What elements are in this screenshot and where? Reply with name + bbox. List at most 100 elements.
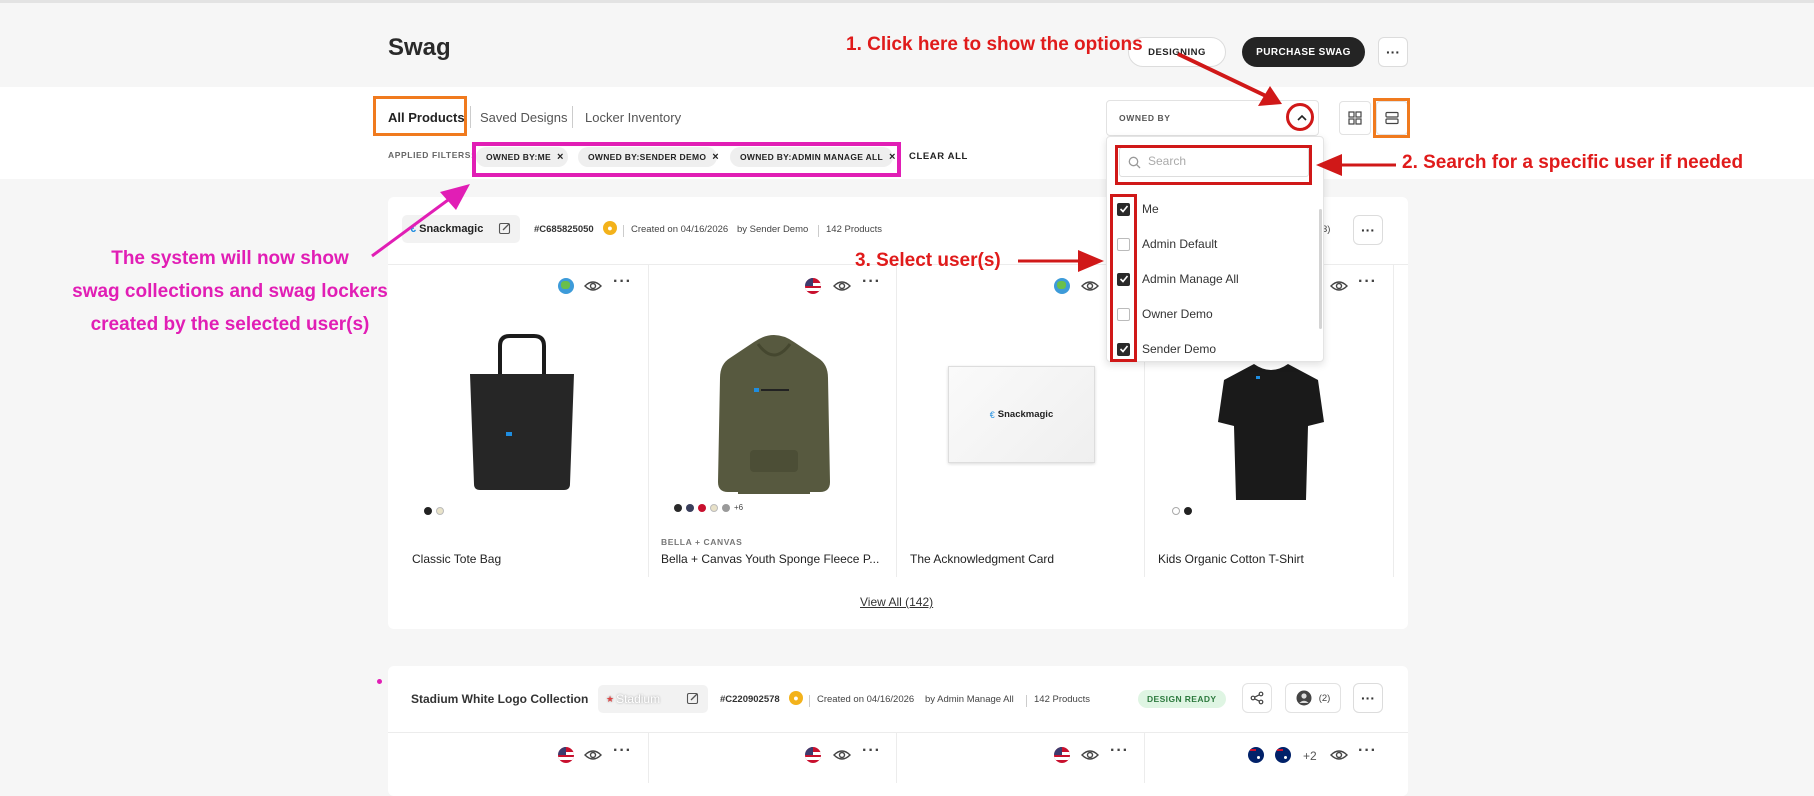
product-brand: BELLA + CANVAS (661, 537, 743, 547)
eye-icon[interactable] (1081, 278, 1099, 294)
collection-more-button[interactable]: ··· (1353, 215, 1383, 245)
grid-view-button[interactable] (1339, 101, 1371, 135)
meta-divider (809, 695, 810, 707)
globe-icon (1054, 278, 1070, 294)
grid-icon (1348, 111, 1362, 125)
created-by: by Admin Manage All (925, 694, 1014, 705)
user-icon (1296, 690, 1312, 706)
column-divider (1393, 265, 1394, 577)
dropdown-scrollbar[interactable] (1319, 209, 1322, 329)
product-name[interactable]: The Acknowledgment Card (910, 552, 1054, 566)
eye-icon[interactable] (1330, 278, 1348, 294)
extra-colors-count[interactable]: +6 (734, 503, 743, 512)
us-flag-icon (805, 278, 821, 294)
share-button[interactable] (1242, 683, 1272, 713)
color-swatch[interactable] (710, 504, 718, 512)
card-divider (388, 732, 1408, 733)
highlight-list-view (1373, 98, 1410, 138)
product-more-icon[interactable]: ··· (613, 273, 632, 291)
column-divider (896, 265, 897, 577)
eye-icon[interactable] (584, 278, 602, 294)
eye-icon[interactable] (584, 747, 602, 763)
color-swatch[interactable] (436, 507, 444, 515)
color-swatch[interactable] (424, 507, 432, 515)
annotation-result: The system will now show swag collection… (72, 248, 388, 335)
color-swatch[interactable] (674, 504, 682, 512)
page-title: Swag (388, 34, 451, 61)
tote-bag-image (470, 334, 574, 490)
created-by: by Sender Demo (737, 224, 809, 235)
members-button[interactable]: (2) (1285, 683, 1341, 713)
eye-icon[interactable] (1081, 747, 1099, 763)
color-swatch[interactable] (1172, 507, 1180, 515)
tab-locker-inventory[interactable]: Locker Inventory (585, 110, 681, 125)
annotation-step-2: 2. Search for a specific user if needed (1402, 152, 1744, 173)
more-icon: ··· (1361, 690, 1375, 706)
column-divider (1144, 733, 1145, 783)
annotation-step-3: 3. Select user(s) (855, 250, 1001, 271)
eye-icon[interactable] (833, 278, 851, 294)
applied-filters-label: APPLIED FILTERS: (388, 150, 475, 160)
created-date: Created on 04/16/2026 (817, 694, 915, 705)
color-swatch[interactable] (698, 504, 706, 512)
start-designing-button[interactable]: DESIGNING (1128, 37, 1226, 67)
color-swatch[interactable] (1184, 507, 1192, 515)
us-flag-icon (1054, 747, 1070, 763)
collection-brand-logo: € Snackmagic (402, 215, 520, 243)
tab-divider (470, 106, 471, 128)
status-badge: DESIGN READY (1138, 690, 1226, 708)
collection-more-button[interactable]: ··· (1353, 683, 1383, 713)
highlight-all-products (373, 96, 467, 136)
product-count: 142 Products (826, 224, 882, 235)
product-more-icon[interactable]: ··· (862, 742, 881, 760)
collection-id: #C685825050 (534, 224, 594, 235)
highlight-chevron (1286, 103, 1314, 131)
product-name[interactable]: Classic Tote Bag (412, 552, 501, 566)
clear-all-link[interactable]: CLEAR ALL (909, 151, 968, 162)
us-flag-icon (805, 747, 821, 763)
edit-icon[interactable] (686, 691, 700, 705)
acknowledgment-card-image: € Snackmagic (948, 366, 1095, 463)
product-more-icon[interactable]: ··· (1358, 273, 1377, 291)
tshirt-image (1218, 364, 1324, 500)
meta-divider (818, 225, 819, 237)
share-icon (1250, 691, 1264, 705)
collection-brand-logo: ★ Stadium (598, 685, 708, 713)
highlight-applied-filters (472, 142, 901, 177)
coin-icon: ● (789, 691, 803, 705)
product-name[interactable]: Bella + Canvas Youth Sponge Fleece P... (661, 552, 879, 566)
hoodie-image (718, 335, 830, 494)
product-more-icon[interactable]: ··· (613, 742, 632, 760)
eye-icon[interactable] (1330, 747, 1348, 763)
product-more-icon[interactable]: ··· (1110, 742, 1129, 760)
australia-flag-icon (1248, 747, 1264, 763)
australia-flag-icon (1275, 747, 1291, 763)
collection-name[interactable]: Stadium White Logo Collection (411, 692, 588, 706)
color-swatch[interactable] (686, 504, 694, 512)
purchase-swag-button[interactable]: PURCHASE SWAG (1242, 37, 1365, 67)
more-icon: ··· (1386, 44, 1400, 60)
brand-logo-icon: ★ (606, 693, 615, 704)
owned-by-label: OWNED BY (1119, 113, 1171, 123)
product-count: 142 Products (1034, 694, 1090, 705)
extra-flags-count[interactable]: +2 (1303, 749, 1317, 763)
product-more-icon[interactable]: ··· (1358, 742, 1377, 760)
tab-saved-designs[interactable]: Saved Designs (480, 110, 567, 125)
eye-icon[interactable] (833, 747, 851, 763)
column-divider (648, 265, 649, 577)
meta-divider (1026, 695, 1027, 707)
highlight-checkboxes (1110, 194, 1137, 362)
brand-logo-icon: € (410, 223, 417, 235)
color-swatch[interactable] (722, 504, 730, 512)
column-divider (896, 733, 897, 783)
product-name[interactable]: Kids Organic Cotton T-Shirt (1158, 552, 1304, 566)
created-date: Created on 04/16/2026 (631, 224, 729, 235)
brand-logo-icon: € (989, 409, 995, 420)
view-all-link[interactable]: View All (142) (860, 595, 933, 609)
product-more-icon[interactable]: ··· (862, 273, 881, 291)
highlight-search (1115, 145, 1312, 185)
edit-icon[interactable] (498, 221, 512, 235)
us-flag-icon (558, 747, 574, 763)
annotation-dot (377, 679, 382, 684)
header-more-button[interactable]: ··· (1378, 37, 1408, 67)
